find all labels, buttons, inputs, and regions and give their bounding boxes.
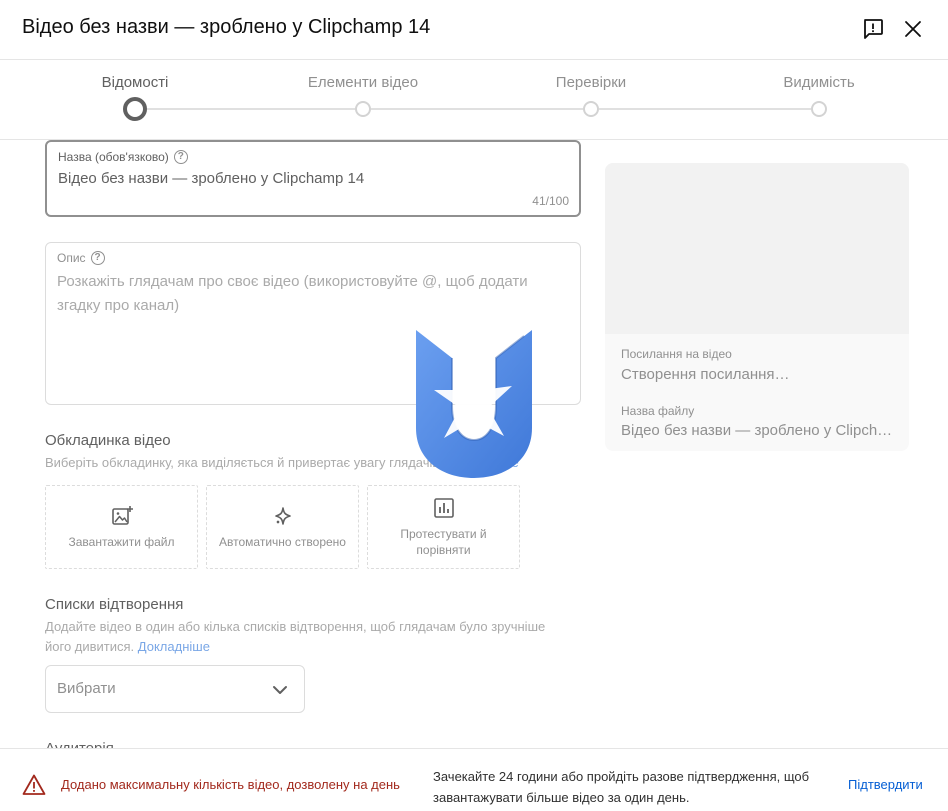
upload-thumbnail-button[interactable]: Завантажити файл	[45, 485, 198, 569]
description-field[interactable]: Опис ? Розкажіть глядачам про своє відео…	[45, 242, 581, 405]
tab-visibility[interactable]: Видимість	[783, 74, 854, 91]
step-dot-checks[interactable]	[583, 101, 599, 117]
step-connector	[599, 108, 811, 110]
dialog-header: Відео без назви — зроблено у Clipchamp 1…	[0, 0, 948, 60]
playlists-learn-more-link[interactable]: Докладніше	[138, 639, 210, 654]
upload-dialog: Відео без назви — зроблено у Clipchamp 1…	[0, 0, 948, 811]
close-icon	[905, 21, 921, 37]
description-label-text: Опис	[57, 251, 86, 265]
filename-label: Назва файлу	[621, 404, 695, 418]
playlist-select[interactable]: Вибрати	[45, 665, 305, 713]
dialog-title: Відео без назви — зроблено у Clipchamp 1…	[22, 16, 431, 38]
playlist-select-value: Вибрати	[57, 680, 116, 697]
filename-value: Відео без назви — зроблено у Clipchamp 1…	[621, 422, 897, 439]
test-compare-thumbnail-label: Протестувати й порівняти	[400, 527, 487, 557]
video-link-value: Створення посилання…	[621, 366, 790, 383]
upload-limit-info: Зачекайте 24 години або пройдіть разове …	[433, 769, 810, 805]
step-dot-visibility[interactable]	[811, 101, 827, 117]
video-preview-image	[605, 163, 909, 334]
bar-chart-icon	[433, 498, 454, 518]
chevron-down-icon	[273, 686, 287, 694]
playlists-description-text: Додайте відео в один або кілька списків …	[45, 619, 546, 654]
title-input[interactable]: Відео без назви — зроблено у Clipchamp 1…	[58, 170, 364, 187]
confirm-button[interactable]: Підтвердити	[848, 777, 923, 792]
auto-thumbnail-button[interactable]: Автоматично створено	[206, 485, 359, 569]
auto-thumbnail-label: Автоматично створено	[219, 535, 346, 549]
feedback-icon	[864, 19, 883, 39]
help-icon[interactable]: ?	[173, 150, 188, 164]
description-field-label: Опис ?	[57, 251, 105, 265]
close-button[interactable]	[899, 15, 927, 43]
upload-limit-banner: Додано максимальну кількість відео, дозв…	[0, 748, 948, 811]
feedback-button[interactable]	[859, 15, 887, 43]
thumbnail-description-text: Виберіть обкладинку, яка виділяється й п…	[45, 455, 443, 470]
step-dot-details[interactable]	[123, 97, 147, 121]
sparkle-icon	[274, 507, 291, 525]
tab-video-elements[interactable]: Елементи відео	[308, 74, 418, 91]
upload-limit-warning: Додано максимальну кількість відео, дозв…	[61, 777, 400, 792]
warning-icon	[22, 774, 46, 795]
title-label-text: Назва (обов'язково)	[58, 150, 169, 164]
step-connector	[371, 108, 583, 110]
add-photo-icon	[111, 506, 133, 525]
thumbnail-description: Виберіть обкладинку, яка виділяється й п…	[45, 453, 585, 473]
thumbnail-title: Обкладинка відео	[45, 432, 171, 449]
video-link-label: Посилання на відео	[621, 347, 732, 361]
title-field[interactable]: Назва (обов'язково) ? Відео без назви — …	[45, 140, 581, 217]
title-char-counter: 41/100	[532, 194, 569, 208]
upload-thumbnail-label: Завантажити файл	[68, 535, 175, 549]
tab-checks[interactable]: Перевірки	[556, 74, 626, 91]
step-dot-video-elements[interactable]	[355, 101, 371, 117]
step-connector	[147, 108, 355, 110]
thumbnail-learn-more-link[interactable]: Докладніше	[447, 455, 519, 470]
video-preview-card: Посилання на відео Створення посилання… …	[605, 163, 909, 451]
playlists-description: Додайте відео в один або кілька списків …	[45, 617, 565, 657]
title-field-label: Назва (обов'язково) ?	[58, 150, 188, 164]
description-input[interactable]: Розкажіть глядачам про своє відео (викор…	[57, 270, 560, 318]
help-icon[interactable]: ?	[90, 251, 105, 265]
upload-stepper: Відомості Елементи відео Перевірки Видим…	[0, 61, 948, 140]
tab-details[interactable]: Відомості	[102, 74, 169, 91]
playlists-title: Списки відтворення	[45, 596, 184, 613]
test-compare-thumbnail-button[interactable]: Протестувати й порівняти	[367, 485, 520, 569]
